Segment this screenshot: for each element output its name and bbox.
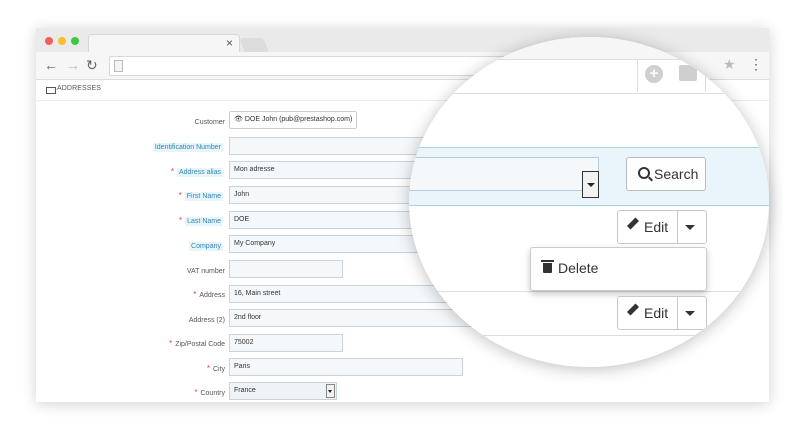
required-mark: *: [179, 216, 183, 225]
magnifier-lens: + Search Edit Delete Edit: [409, 37, 769, 367]
zoomed-separator: [705, 59, 706, 92]
edit-dropdown-menu: Delete: [530, 247, 707, 291]
edit-button-label: Edit: [644, 305, 669, 321]
last-name-row: * Last Name: [36, 210, 223, 228]
company-row: Company: [36, 235, 223, 253]
page-icon: [114, 60, 123, 72]
breadcrumb-label[interactable]: ADDRESSES: [57, 85, 101, 92]
edit-button-main[interactable]: Edit: [618, 211, 678, 243]
first-name-label: First Name: [184, 192, 223, 201]
pencil-icon: [626, 303, 640, 316]
address-alias-row: * Address alias: [36, 161, 223, 179]
zoomed-toolbar-border: [409, 93, 769, 94]
caret-down-icon[interactable]: [685, 311, 695, 316]
zip-label: Zip/Postal Code: [175, 341, 225, 348]
search-icon: [638, 167, 650, 179]
address2-input[interactable]: 2nd floor: [229, 309, 491, 327]
city-row: * City: [36, 358, 225, 376]
customer-row: Customer: [36, 111, 225, 129]
zoomed-select-input[interactable]: [409, 157, 599, 198]
last-name-value: DOE: [234, 216, 250, 223]
search-button[interactable]: Search: [626, 157, 706, 191]
tab-close-icon[interactable]: ×: [226, 36, 233, 50]
caret-down-icon[interactable]: [685, 225, 695, 230]
address2-label: Address (2): [188, 317, 225, 324]
city-input[interactable]: Paris: [229, 358, 463, 376]
first-name-value: John: [234, 191, 250, 198]
minimize-window-button[interactable]: [58, 37, 66, 45]
identification-number-label: Identification Number: [152, 143, 223, 152]
forward-arrow-icon[interactable]: →: [66, 57, 80, 73]
address2-value: 2nd floor: [234, 314, 262, 321]
required-mark: *: [206, 364, 210, 373]
address-alias-value: Mon adresse: [234, 166, 275, 173]
country-select[interactable]: France: [229, 382, 337, 400]
zoomed-row-divider: [409, 335, 769, 336]
customer-link[interactable]: 👁 DOE John (pub@prestashop.com): [229, 111, 358, 129]
required-mark: *: [169, 339, 173, 348]
city-value: Paris: [234, 363, 250, 370]
company-value: My Company: [234, 240, 276, 247]
company-label: Company: [189, 242, 223, 251]
chevron-down-icon[interactable]: [326, 384, 335, 398]
address2-row: Address (2): [36, 309, 225, 327]
vat-number-input[interactable]: [229, 260, 343, 278]
edit-button-main[interactable]: Edit: [618, 297, 678, 329]
back-arrow-icon[interactable]: ←: [44, 57, 58, 73]
address-value: 16, Main street: [234, 290, 281, 297]
country-label: Country: [200, 390, 225, 397]
trash-icon: [541, 260, 554, 273]
search-button-label: Search: [654, 166, 699, 182]
edit-button[interactable]: Edit: [617, 210, 707, 244]
chevron-down-icon[interactable]: [582, 171, 599, 198]
zip-row: * Zip/Postal Code: [36, 333, 225, 351]
identification-number-row: Identification Number: [36, 136, 223, 154]
zoomed-search-row: Search: [409, 147, 769, 206]
reload-icon[interactable]: ↻: [86, 57, 98, 73]
customer-label: Customer: [194, 119, 225, 126]
required-mark: *: [178, 191, 182, 200]
zoomed-tab-strip: [409, 37, 769, 60]
required-mark: *: [194, 388, 198, 397]
edit-button-label: Edit: [644, 219, 669, 235]
required-mark: *: [193, 290, 197, 299]
delete-menu-item[interactable]: Delete: [558, 260, 598, 276]
vat-number-label: VAT number: [186, 268, 225, 275]
first-name-row: * First Name: [36, 185, 223, 203]
required-mark: *: [170, 167, 174, 176]
new-tab-button[interactable]: [239, 38, 269, 52]
zip-value: 75002: [234, 339, 254, 346]
edit-button-second[interactable]: Edit: [617, 296, 707, 330]
zoomed-separator: [637, 59, 638, 92]
last-name-label: Last Name: [185, 217, 223, 226]
country-row: * Country: [36, 382, 225, 400]
zoomed-row-divider: [409, 291, 769, 292]
pencil-icon: [626, 217, 640, 230]
city-label: City: [212, 366, 225, 373]
browser-tab[interactable]: ×: [88, 34, 240, 53]
envelope-icon: [46, 87, 56, 94]
close-window-button[interactable]: [45, 37, 53, 45]
country-value: France: [234, 387, 256, 394]
vat-number-row: VAT number: [36, 260, 225, 278]
zip-input[interactable]: 75002: [229, 334, 343, 352]
address-row: * Address: [36, 284, 225, 302]
image-icon[interactable]: [679, 65, 697, 81]
address-alias-label: Address alias: [176, 168, 223, 177]
address-label: Address: [199, 292, 225, 299]
plus-circle-icon[interactable]: +: [645, 65, 663, 83]
maximize-window-button[interactable]: [71, 37, 79, 45]
